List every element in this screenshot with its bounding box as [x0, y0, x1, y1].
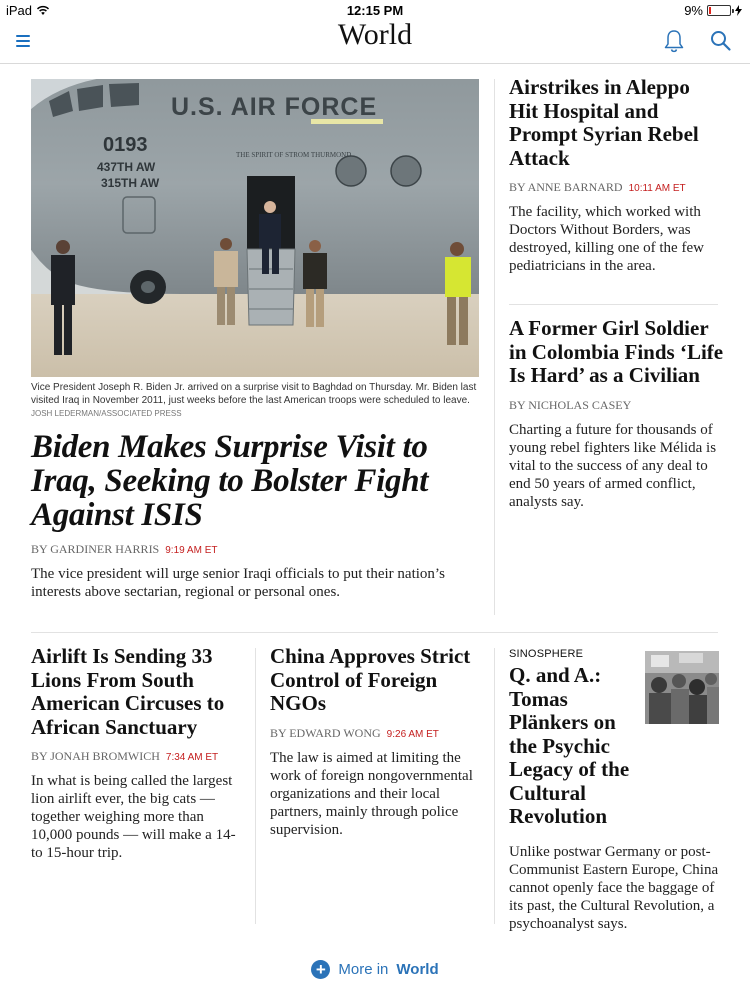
story-byline: By EDWARD WONG 9:26 AM ET — [270, 726, 480, 741]
byline-time: 9:19 AM ET — [165, 545, 218, 556]
lead-headline[interactable]: Biden Makes Surprise Visit to Iraq, Seek… — [31, 430, 479, 532]
side-story[interactable]: A Former Girl Soldier in Colombia Finds … — [509, 316, 724, 511]
lead-byline: By GARDINER HARRIS 9:19 AM ET — [31, 542, 479, 557]
more-in-world-link[interactable]: + More in World — [0, 960, 750, 979]
byline-author: By NICHOLAS CASEY — [509, 397, 632, 412]
wing-label-1: 437TH AW — [97, 160, 156, 174]
more-prefix: More in — [338, 961, 389, 978]
byline-author: By JONAH BROMWICH — [31, 749, 160, 763]
section-title: World — [337, 18, 413, 51]
column-divider — [494, 648, 495, 924]
side-story[interactable]: Airstrikes in Aleppo Hit Hospital and Pr… — [509, 75, 724, 275]
headline-wrap-block: Q. and A.: Tomas Plänkers on the Psychic… — [509, 663, 634, 829]
story-summary: Unlike postwar Germany or post-Communist… — [509, 843, 719, 932]
byline-author: By GARDINER HARRIS — [31, 542, 160, 556]
aircraft-name: THE SPIRIT OF STROM THURMOND — [236, 151, 351, 159]
story-byline: By NICHOLAS CASEY — [509, 398, 724, 413]
byline-time: 7:34 AM ET — [165, 752, 219, 763]
story-summary: The facility, which worked with Doctors … — [509, 204, 704, 274]
bell-icon[interactable] — [662, 28, 686, 54]
byline-time: 10:11 AM ET — [628, 183, 686, 194]
lead-story[interactable]: U.S. AIR FORCE 0193 437TH AW 315TH AW TH… — [31, 79, 479, 601]
story-headline-text: Q. and A.: Tomas Plänkers on the Psychic… — [509, 663, 630, 828]
story-summary: The law is aimed at limiting the work of… — [270, 749, 473, 838]
story-headline[interactable]: Airlift Is Sending 33 Lions From South A… — [31, 644, 241, 739]
plus-circle-icon: + — [311, 960, 331, 979]
byline-author: By EDWARD WONG — [270, 725, 381, 740]
nav-bar: World — [0, 20, 750, 64]
status-bar: iPad 12:15 PM 9% — [0, 0, 750, 20]
story-headline[interactable]: China Approves Strict Control of Foreign… — [270, 644, 480, 716]
lead-photo[interactable]: U.S. AIR FORCE 0193 437TH AW 315TH AW TH… — [31, 79, 479, 377]
caption-text: Vice President Joseph R. Biden Jr. arriv… — [31, 382, 477, 406]
story-byline: By ANNE BARNARD 10:11 AM ET — [509, 180, 724, 195]
column-divider — [494, 79, 495, 615]
photo-credit: JOSH LEDERMAN/ASSOCIATED PRESS — [31, 409, 182, 418]
byline-author: By ANNE BARNARD — [509, 180, 623, 194]
tail-text: U.S. AIR FORCE — [171, 93, 377, 121]
bottom-story[interactable]: Airlift Is Sending 33 Lions From South A… — [31, 644, 241, 862]
column-divider — [255, 648, 256, 924]
status-time: 12:15 PM — [346, 3, 404, 18]
crowd-photo — [645, 651, 719, 724]
charging-icon — [735, 5, 742, 16]
tail-number: 0193 — [103, 134, 148, 156]
bottom-story[interactable]: China Approves Strict Control of Foreign… — [270, 644, 480, 839]
story-summary: Charting a future for thousands of young… — [509, 421, 717, 510]
side-story-divider — [509, 304, 718, 305]
story-headline[interactable]: Airstrikes in Aleppo Hit Hospital and Pr… — [509, 75, 724, 170]
battery-percent: 9% — [684, 3, 703, 18]
story-thumbnail[interactable] — [645, 651, 719, 724]
search-icon[interactable] — [708, 28, 734, 54]
story-byline: By JONAH BROMWICH 7:34 AM ET — [31, 749, 241, 764]
story-headline[interactable]: A Former Girl Soldier in Colombia Finds … — [509, 316, 724, 388]
more-section: World — [396, 961, 439, 978]
battery-icon — [707, 5, 734, 16]
aircraft-photo: U.S. AIR FORCE 0193 437TH AW 315TH AW TH… — [31, 79, 479, 377]
row-divider — [31, 632, 718, 633]
story-summary: In what is being called the largest lion… — [31, 773, 236, 861]
photo-caption: Vice President Joseph R. Biden Jr. arriv… — [31, 381, 479, 420]
wing-label-2: 315TH AW — [101, 176, 160, 190]
lead-summary: The vice president will urge senior Iraq… — [31, 566, 445, 600]
byline-time: 9:26 AM ET — [386, 728, 439, 740]
